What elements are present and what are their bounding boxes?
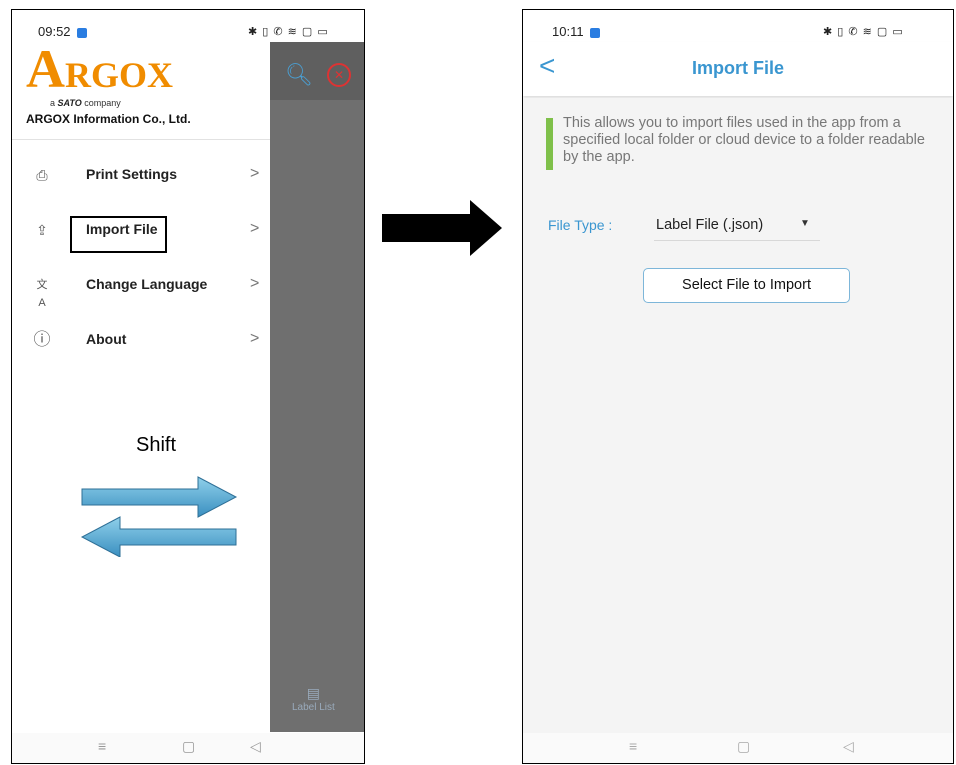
bluetooth-disconnected-icon[interactable]: ✕	[327, 63, 351, 87]
status-time: 09:52	[38, 24, 71, 39]
status-icons: ✱ ▯ ✆ ≋ ▢ ▭	[248, 26, 329, 38]
system-nav-bar: ≡ ▢ ◁	[12, 733, 364, 763]
shift-label: Shift	[136, 434, 177, 456]
notification-badge-icon	[76, 27, 87, 38]
menu-nav-icon[interactable]: ≡	[98, 738, 106, 754]
back-nav-icon[interactable]: ◁	[250, 738, 261, 755]
status-bar: 10:11	[552, 24, 600, 39]
status-icons: ✱ ▯ ✆ ≋ ▢ ▭	[823, 26, 904, 38]
search-icon[interactable]: 🔍︎	[285, 62, 313, 88]
note-accent-bar	[546, 118, 553, 170]
label-list-tab[interactable]: ▤ Label List	[292, 685, 335, 713]
menu-item-change-language[interactable]: 文A Change Language >	[12, 263, 270, 309]
translate-icon: 文A	[36, 279, 48, 309]
status-time: 10:11	[552, 24, 584, 39]
menu-item-about[interactable]: ⓘ About >	[12, 318, 270, 362]
status-bar: 09:52	[38, 24, 87, 39]
dim-overlay[interactable]	[270, 42, 364, 732]
shift-arrows-icon	[80, 476, 238, 557]
argox-logo-a: A	[26, 39, 65, 99]
highlight-box	[70, 216, 167, 253]
chevron-right-icon: >	[250, 165, 260, 182]
argox-logo-text: RGOX	[65, 55, 173, 95]
chevron-right-icon: >	[250, 275, 260, 292]
navigation-drawer: 09:52 A RGOX a SATO company ARGOX Inform…	[12, 10, 270, 732]
chevron-right-icon: >	[250, 220, 260, 237]
system-nav-bar: ≡ ▢ ◁	[523, 733, 953, 763]
file-type-value: Label File (.json)	[656, 217, 764, 233]
tagline: a SATO company	[50, 98, 121, 108]
menu-item-label: About	[86, 331, 127, 347]
back-nav-icon[interactable]: ◁	[843, 738, 854, 755]
select-file-button[interactable]: Select File to Import	[643, 268, 850, 303]
home-nav-icon[interactable]: ▢	[182, 738, 195, 755]
company-name: ARGOX Information Co., Ltd.	[26, 112, 191, 126]
menu-item-label: Print Settings	[86, 166, 178, 182]
menu-item-print-settings[interactable]: ⎙ Print Settings >	[12, 153, 270, 197]
page-title: Import File	[691, 58, 784, 78]
right-phone-screen: 10:11 ✱ ▯ ✆ ≋ ▢ ▭ < Import File This all…	[522, 9, 954, 764]
file-type-label: File Type :	[548, 217, 613, 233]
settings-doc-icon: ⎙	[36, 167, 48, 183]
left-phone-screen: 🔍︎ ✕ ▤ Label List 09:52 A RGOX a SATO co…	[11, 9, 365, 764]
caret-down-icon: ▼	[800, 218, 810, 229]
divider	[12, 139, 270, 140]
chevron-right-icon: >	[250, 330, 260, 347]
label-list-label: Label List	[292, 702, 335, 713]
sato-brand: SATO	[57, 98, 82, 108]
import-description: This allows you to import files used in …	[563, 115, 925, 165]
info-icon: ⓘ	[33, 330, 51, 349]
transition-arrow-icon	[382, 200, 502, 256]
import-file-icon: ⇪	[36, 222, 48, 238]
home-nav-icon[interactable]: ▢	[737, 738, 750, 755]
notification-badge-icon	[589, 27, 600, 38]
menu-item-label: Change Language	[86, 276, 208, 292]
label-list-icon: ▤	[306, 685, 321, 701]
app-bar: < Import File	[523, 42, 953, 96]
import-content: This allows you to import files used in …	[523, 98, 953, 733]
menu-nav-icon[interactable]: ≡	[629, 738, 637, 754]
file-type-select[interactable]: Label File (.json) ▼	[654, 215, 820, 241]
